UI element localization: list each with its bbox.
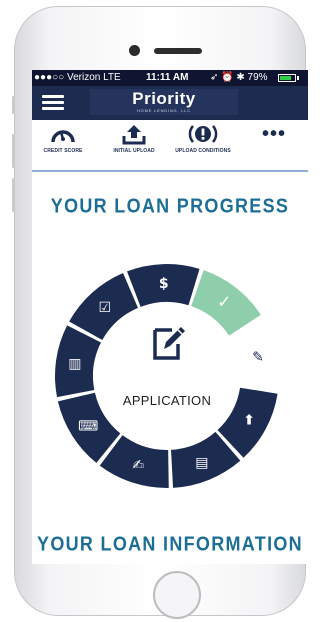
loan-progress-heading: YOUR LOAN PROGRESS	[50, 194, 290, 218]
initial-upload-label: INITIAL UPLOAD	[113, 148, 155, 154]
initial-upload-button[interactable]: INITIAL UPLOAD	[104, 120, 164, 170]
checklist-icon: ☑	[98, 300, 111, 316]
hamburger-icon[interactable]	[42, 95, 64, 111]
upload-conditions-button[interactable]: UPLOAD CONDITIONS	[172, 120, 234, 170]
front-camera	[129, 45, 140, 56]
gauge-icon	[51, 130, 75, 143]
credit-score-label: CREDIT SCORE	[43, 148, 83, 154]
app-header: Priority HOME LENDING, LLC	[32, 86, 308, 120]
upload-icon	[122, 125, 146, 145]
edit-document-icon	[153, 327, 185, 360]
dollar-icon: $	[159, 276, 169, 292]
more-icon: •••	[261, 123, 286, 145]
upload-conditions-label: UPLOAD CONDITIONS	[175, 148, 231, 154]
loan-progress-ring: $ ✓ ✎ ⬆ ▤ ✍ ⌨ ▥ ☑	[54, 264, 278, 488]
signed-document-icon: ✍	[132, 457, 144, 473]
battery-tip	[297, 76, 299, 80]
keyboard-icon: ⌨	[78, 418, 98, 434]
earpiece-speaker	[154, 48, 202, 54]
app-screen: ●●●○○ Verizon LTE 11:11 AM ➶ ⏰ ✱ 79% Pri…	[32, 70, 308, 564]
brand-tagline: HOME LENDING, LLC	[136, 108, 192, 113]
current-step-label: APPLICATION	[122, 393, 212, 408]
clock: 11:11 AM	[146, 72, 189, 83]
edit-icon: ✎	[252, 350, 264, 366]
quick-actions-toolbar: CREDIT SCORE INITIAL UPLOAD UPLOAD CONDI…	[32, 120, 308, 172]
battery-icon	[278, 74, 296, 82]
carrier-label: ●●●○○ Verizon LTE	[34, 72, 121, 83]
upload-arrow-icon: ⬆	[243, 413, 255, 429]
status-indicators: ➶ ⏰ ✱ 79%	[210, 72, 268, 83]
brand-name: Priority	[132, 89, 196, 108]
battery-fill	[280, 76, 291, 80]
notebook-icon: ▥	[68, 356, 81, 372]
volume-up-button	[12, 134, 15, 168]
mute-switch	[12, 96, 15, 114]
credit-score-button[interactable]: CREDIT SCORE	[38, 120, 88, 170]
check-icon: ✓	[217, 293, 231, 313]
alert-icon	[188, 125, 218, 143]
home-button[interactable]	[153, 571, 201, 619]
more-button[interactable]: •••	[254, 120, 294, 170]
status-bar: ●●●○○ Verizon LTE 11:11 AM ➶ ⏰ ✱ 79%	[32, 70, 308, 86]
volume-down-button	[12, 178, 15, 212]
loan-information-heading: YOUR LOAN INFORMATION	[37, 532, 303, 556]
brand-logo: Priority HOME LENDING, LLC	[90, 89, 238, 115]
document-icon: ▤	[195, 455, 208, 471]
